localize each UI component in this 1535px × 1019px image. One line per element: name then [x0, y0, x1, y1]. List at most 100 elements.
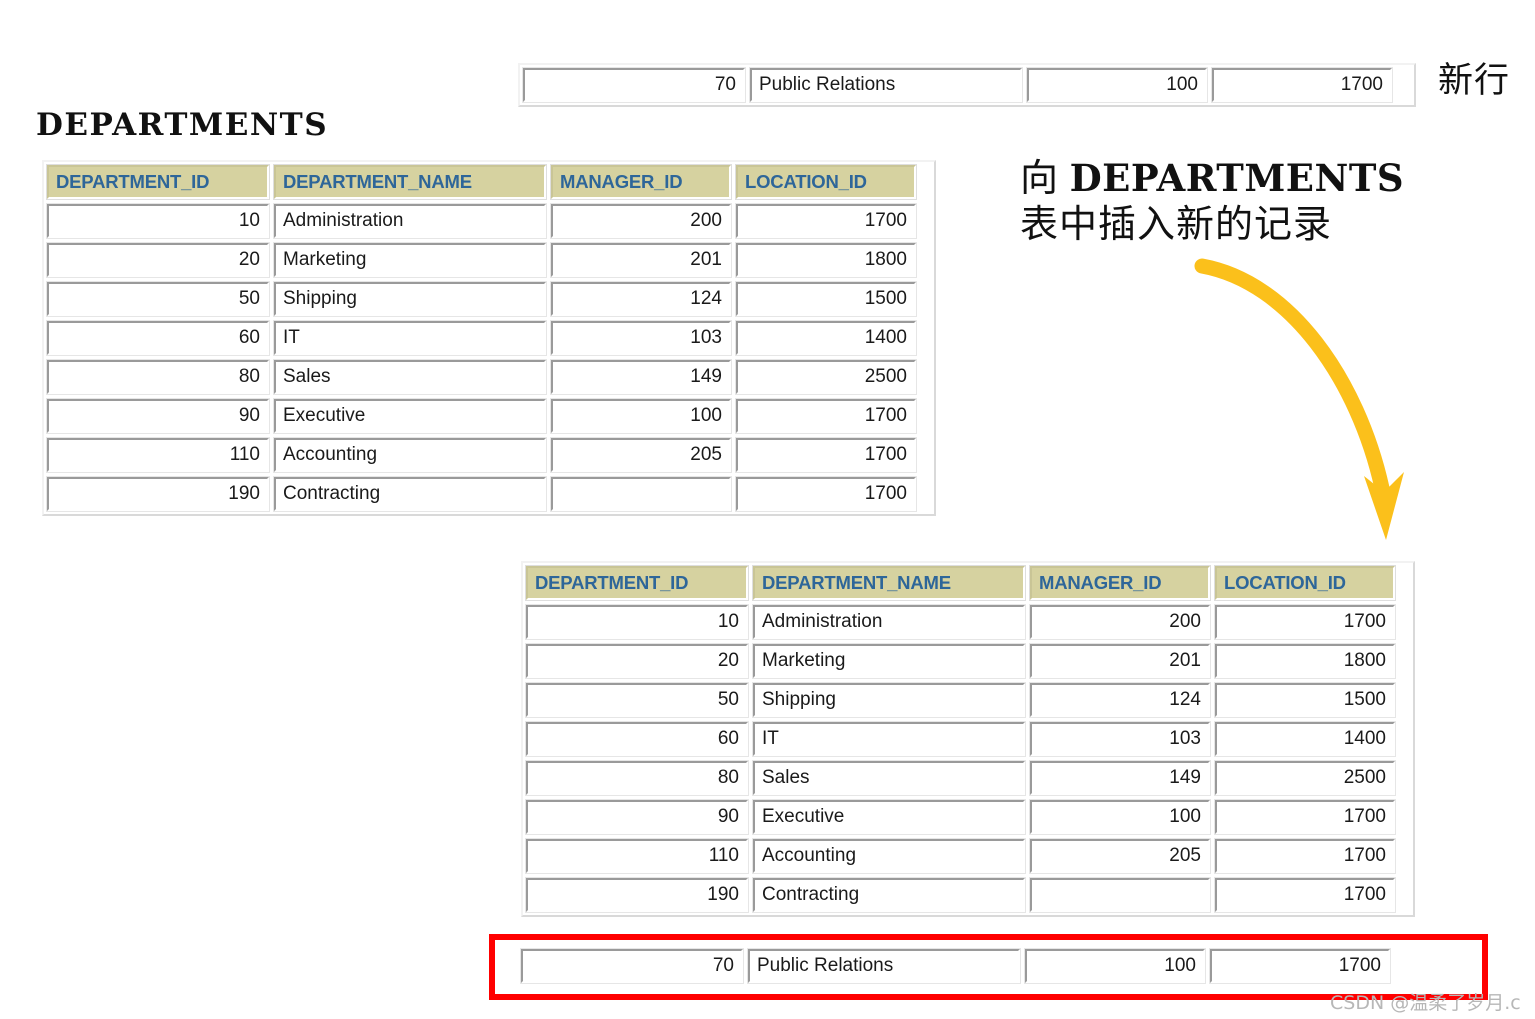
cell-manager-id: 124	[550, 281, 732, 317]
cell-department-name: Sales	[752, 760, 1026, 796]
cell-department-id: 110	[46, 437, 270, 473]
cell-department-name: Accounting	[752, 838, 1026, 874]
table-row: 190 Contracting 1700	[525, 877, 1411, 913]
cell-manager-id: 200	[550, 203, 732, 239]
column-header-department-id[interactable]: DEPARTMENT_ID	[525, 565, 749, 601]
cell-location-id: 1700	[735, 203, 917, 239]
page-title: DEPARTMENTS	[36, 107, 329, 143]
cell-manager-id	[1029, 877, 1211, 913]
cell-department-id: 80	[46, 359, 270, 395]
table-row: 20 Marketing 201 1800	[525, 643, 1411, 679]
cell-department-id: 50	[46, 281, 270, 317]
cell-department-name: Marketing	[752, 643, 1026, 679]
cell-department-id: 90	[525, 799, 749, 835]
cell-department-name: Shipping	[752, 682, 1026, 718]
table-row: 50 Shipping 124 1500	[46, 281, 932, 317]
cell-location-id: 2500	[735, 359, 917, 395]
column-header-manager-id[interactable]: MANAGER_ID	[550, 164, 732, 200]
cell-manager-id: 201	[1029, 643, 1211, 679]
cell-department-name: Contracting	[752, 877, 1026, 913]
cell-department-id: 190	[46, 476, 270, 512]
column-header-manager-id[interactable]: MANAGER_ID	[1029, 565, 1211, 601]
table-row: 50 Shipping 124 1500	[525, 682, 1411, 718]
insert-annotation-cjk-prefix: 向	[1020, 156, 1060, 200]
cell-manager-id: 103	[1029, 721, 1211, 757]
cell-department-id: 80	[525, 760, 749, 796]
cell-manager-id: 205	[550, 437, 732, 473]
cell-department-id: 20	[46, 242, 270, 278]
cell-department-id: 20	[525, 643, 749, 679]
table-row: 110 Accounting 205 1700	[46, 437, 932, 473]
cell-department-name: Accounting	[273, 437, 547, 473]
column-header-department-name[interactable]: DEPARTMENT_NAME	[273, 164, 547, 200]
cell-manager-id: 201	[550, 242, 732, 278]
table-row: 10 Administration 200 1700	[525, 604, 1411, 640]
cell-manager-id: 124	[1029, 682, 1211, 718]
new-row-label: 新行	[1438, 61, 1511, 101]
watermark: CSDN @温柔了岁月.c	[1330, 992, 1521, 1014]
cell-manager-id: 149	[550, 359, 732, 395]
cell-department-name: Public Relations	[749, 67, 1023, 103]
column-header-location-id[interactable]: LOCATION_ID	[735, 164, 917, 200]
table-header-row: DEPARTMENT_ID DEPARTMENT_NAME MANAGER_ID LO…	[46, 164, 932, 200]
cell-location-id: 1700	[1214, 877, 1396, 913]
table-row: 10 Administration 200 1700	[46, 203, 932, 239]
table-row: 90 Executive 100 1700	[46, 398, 932, 434]
cell-department-id: 60	[525, 721, 749, 757]
cell-manager-id: 103	[550, 320, 732, 356]
departments-table-after-insert: DEPARTMENT_ID DEPARTMENT_NAME MANAGER_ID LO…	[521, 561, 1415, 917]
cell-department-name: IT	[752, 721, 1026, 757]
table-row: 90 Executive 100 1700	[525, 799, 1411, 835]
cell-location-id: 2500	[1214, 760, 1396, 796]
table-row: 110 Accounting 205 1700	[525, 838, 1411, 874]
table-row: 80 Sales 149 2500	[46, 359, 932, 395]
column-header-location-id[interactable]: LOCATION_ID	[1214, 565, 1396, 601]
table-row: 80 Sales 149 2500	[525, 760, 1411, 796]
cell-department-name: Executive	[273, 398, 547, 434]
cell-department-id: 190	[525, 877, 749, 913]
cell-department-name: Contracting	[273, 476, 547, 512]
insert-annotation-line-2: 表中插入新的记录	[1020, 201, 1333, 246]
cell-manager-id: 100	[550, 398, 732, 434]
cell-department-id: 70	[522, 67, 746, 103]
cell-department-name: Executive	[752, 799, 1026, 835]
cell-location-id: 1700	[735, 476, 917, 512]
table-header-row: DEPARTMENT_ID DEPARTMENT_NAME MANAGER_ID LO…	[525, 565, 1411, 601]
cell-manager-id: 149	[1029, 760, 1211, 796]
table-row: 20 Marketing 201 1800	[46, 242, 932, 278]
cell-department-id: 10	[46, 203, 270, 239]
cell-location-id: 1800	[735, 242, 917, 278]
insert-annotation-line-1: 向 DEPARTMENTS	[1020, 156, 1440, 202]
cell-manager-id: 100	[1029, 799, 1211, 835]
cell-location-id: 1700	[735, 398, 917, 434]
cell-location-id: 1700	[1214, 799, 1396, 835]
cell-location-id: 1700	[1214, 838, 1396, 874]
standalone-new-row-table: 70 Public Relations 100 1700	[518, 63, 1416, 107]
cell-location-id: 1500	[1214, 682, 1396, 718]
cell-location-id: 1400	[735, 320, 917, 356]
cell-location-id: 1700	[735, 437, 917, 473]
cell-location-id: 1700	[1211, 67, 1393, 103]
table-row: 60 IT 103 1400	[525, 721, 1411, 757]
cell-location-id: 1800	[1214, 643, 1396, 679]
cell-department-id: 110	[525, 838, 749, 874]
insert-annotation: 向 DEPARTMENTS 表中插入新的记录	[1020, 156, 1440, 247]
cell-department-id: 10	[525, 604, 749, 640]
cell-manager-id: 100	[1026, 67, 1208, 103]
table-row: 70 Public Relations 100 1700	[522, 67, 1412, 103]
column-header-department-name[interactable]: DEPARTMENT_NAME	[752, 565, 1026, 601]
cell-manager-id: 205	[1029, 838, 1211, 874]
curved-arrow-icon	[1194, 258, 1404, 540]
cell-department-name: Marketing	[273, 242, 547, 278]
column-header-department-id[interactable]: DEPARTMENT_ID	[46, 164, 270, 200]
cell-department-name: IT	[273, 320, 547, 356]
cell-department-id: 50	[525, 682, 749, 718]
cell-department-id: 60	[46, 320, 270, 356]
cell-department-id: 90	[46, 398, 270, 434]
cell-manager-id	[550, 476, 732, 512]
table-row: 60 IT 103 1400	[46, 320, 932, 356]
table-row: 190 Contracting 1700	[46, 476, 932, 512]
cell-manager-id: 200	[1029, 604, 1211, 640]
departments-table-original: DEPARTMENT_ID DEPARTMENT_NAME MANAGER_ID LO…	[42, 160, 936, 516]
cell-location-id: 1500	[735, 281, 917, 317]
